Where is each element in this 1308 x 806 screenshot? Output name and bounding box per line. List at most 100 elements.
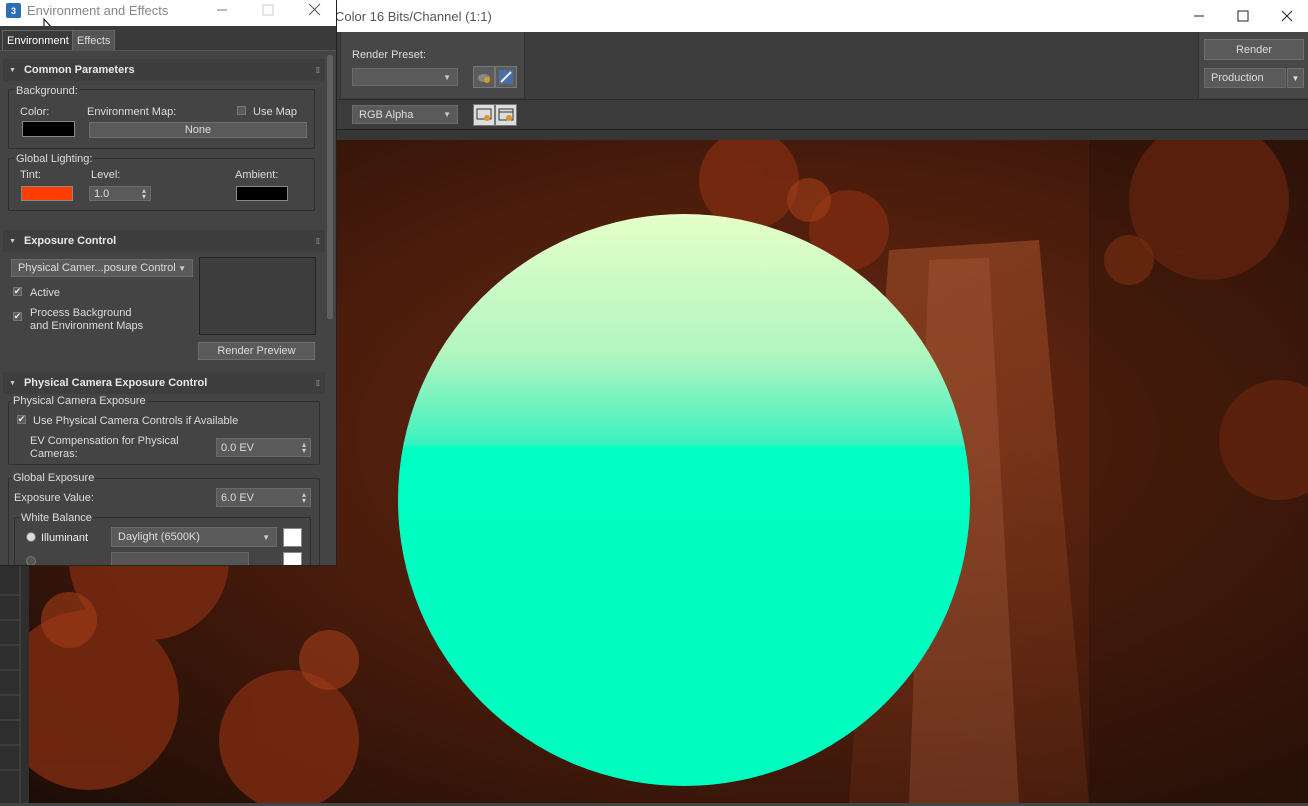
exposure-value: 6.0 EV <box>221 491 255 504</box>
close-icon <box>308 3 321 16</box>
window-icon <box>498 108 514 121</box>
illuminant-dropdown[interactable]: Daylight (6500K) ▼ <box>111 527 277 547</box>
app-icon: 3 <box>6 3 21 18</box>
maximize-icon <box>1237 10 1249 22</box>
ev-compensation-value: 0.0 EV <box>221 441 255 454</box>
collapse-triangle-icon: ▼ <box>9 379 16 387</box>
temperature-color-swatch[interactable] <box>283 552 302 565</box>
display-channel-button[interactable] <box>473 104 495 126</box>
illuminant-value: Daylight (6500K) <box>118 531 200 543</box>
render-frame-title: Color 16 Bits/Channel (1:1) <box>335 9 492 24</box>
physical-camera-exposure-rollout[interactable]: ▼ Physical Camera Exposure Control ⁞⁞ <box>3 372 325 394</box>
dialog-scrollbar[interactable] <box>327 55 333 319</box>
background-label: Background: <box>15 85 79 97</box>
background-color-swatch[interactable] <box>22 121 75 137</box>
exposure-type-dropdown[interactable]: Physical Camer...posure Control ▼ <box>11 259 193 277</box>
tab-effects[interactable]: Effects <box>72 30 116 50</box>
maximize-icon <box>262 4 274 16</box>
production-dropdown[interactable]: Production <box>1204 68 1286 88</box>
use-physical-camera-controls-checkbox[interactable]: ✔ <box>17 414 26 424</box>
render-preview-button[interactable]: Render Preview <box>198 342 315 360</box>
monitor-icon <box>476 108 492 121</box>
dialog-titlebar: 3 Environment and Effects <box>0 0 336 36</box>
physical-camera-exposure-label: Physical Camera Exposure <box>12 395 147 407</box>
check-icon: ✔ <box>13 311 22 321</box>
illuminant-radio[interactable] <box>26 532 36 542</box>
temperature-field[interactable] <box>111 552 249 565</box>
tint-color-swatch[interactable] <box>21 186 73 201</box>
dialog-title: Environment and Effects <box>27 3 169 18</box>
chevron-down-icon: ▼ <box>262 532 270 542</box>
minimize-button[interactable] <box>216 4 228 19</box>
active-checkbox[interactable]: ✔ <box>13 286 22 296</box>
maximize-button[interactable] <box>262 4 274 19</box>
chevron-down-icon: ▼ <box>443 110 451 119</box>
common-parameters-rollout[interactable]: ▼ Common Parameters ⁞⁞ <box>3 59 325 81</box>
production-value: Production <box>1211 72 1264 84</box>
environment-effects-dialog: 3 Environment and Effects Environment Ef… <box>0 0 337 566</box>
grip-icon: ⁞⁞ <box>315 378 320 388</box>
spinner-arrows-icon: ▴ ▾ <box>301 439 306 455</box>
level-value: 1.0 <box>94 187 110 200</box>
preset-settings-button[interactable] <box>473 66 495 88</box>
grid-lines <box>0 565 21 803</box>
rollout-title: Common Parameters <box>23 64 135 76</box>
illuminant-label: Illuminant <box>41 532 89 544</box>
chevron-down-icon: ▼ <box>1291 73 1300 83</box>
rollout-title: Physical Camera Exposure Control <box>23 377 208 389</box>
active-label: Active <box>30 287 60 299</box>
check-icon: ✔ <box>13 286 22 296</box>
spinner-arrows-icon: ▴ ▾ <box>141 185 146 201</box>
ev-compensation-label-line2: Cameras: <box>30 448 78 460</box>
collapse-triangle-icon: ▼ <box>9 66 16 74</box>
use-map-checkbox[interactable] <box>237 106 246 115</box>
exposure-value-spinner[interactable]: 6.0 EV ▴ ▾ <box>216 488 311 507</box>
illuminant-color-swatch[interactable] <box>283 528 302 547</box>
collapse-triangle-icon: ▼ <box>9 237 16 245</box>
channel-dropdown[interactable]: RGB Alpha ▼ <box>352 105 458 124</box>
check-icon: ✔ <box>17 414 26 424</box>
global-lighting-group <box>8 158 315 211</box>
close-icon <box>1281 10 1293 22</box>
process-background-label-line2: and Environment Maps <box>30 320 144 332</box>
display-window-button[interactable] <box>495 104 517 126</box>
close-button[interactable] <box>308 3 321 19</box>
exposure-type-value: Physical Camer...posure Control <box>18 262 176 274</box>
minimize-icon <box>217 9 227 11</box>
ev-compensation-label: EV Compensation for Physical <box>30 435 179 447</box>
environment-effects-button[interactable] <box>495 66 517 88</box>
temperature-radio[interactable] <box>26 556 36 565</box>
minimize-button[interactable] <box>1176 0 1222 32</box>
tab-environment[interactable]: Environment <box>2 30 74 50</box>
rollout-title: Exposure Control <box>23 235 117 247</box>
exposure-control-rollout[interactable]: ▼ Exposure Control ⁞⁞ <box>3 230 325 252</box>
process-background-label: Process Background <box>30 307 132 319</box>
spinner-arrows-icon: ▴ ▾ <box>301 489 306 505</box>
ambient-color-swatch[interactable] <box>236 186 288 201</box>
chevron-down-icon: ▼ <box>443 72 451 82</box>
global-exposure-label: Global Exposure <box>12 472 96 484</box>
use-physical-camera-controls-label: Use Physical Camera Controls if Availabl… <box>33 415 239 427</box>
ambient-label: Ambient: <box>235 169 279 181</box>
process-background-checkbox[interactable]: ✔ <box>13 311 22 321</box>
level-spinner[interactable]: 1.0 ▴ ▾ <box>89 186 151 201</box>
dialog-tabs: Environment Effects <box>0 26 336 51</box>
render-preset-dropdown[interactable]: ▼ <box>352 68 458 86</box>
maximize-button[interactable] <box>1220 0 1266 32</box>
minimize-icon <box>1194 15 1204 17</box>
exposure-preview-box <box>199 257 316 335</box>
background-group <box>8 89 315 149</box>
render-preset-label: Render Preset: <box>352 49 426 61</box>
tint-label: Tint: <box>20 169 41 181</box>
ev-compensation-spinner[interactable]: 0.0 EV ▴ ▾ <box>216 438 311 457</box>
environment-map-label: Environment Map: <box>87 106 177 118</box>
exposure-value-label: Exposure Value: <box>14 492 94 504</box>
color-label: Color: <box>20 106 50 118</box>
environment-map-button[interactable]: None <box>89 122 307 138</box>
white-balance-label: White Balance <box>20 512 93 524</box>
grip-icon: ⁞⁞ <box>315 65 320 75</box>
grip-icon: ⁞⁞ <box>315 236 320 246</box>
production-dropdown-arrow[interactable]: ▼ <box>1287 68 1304 88</box>
close-button[interactable] <box>1264 0 1308 32</box>
render-button[interactable]: Render <box>1204 39 1304 60</box>
